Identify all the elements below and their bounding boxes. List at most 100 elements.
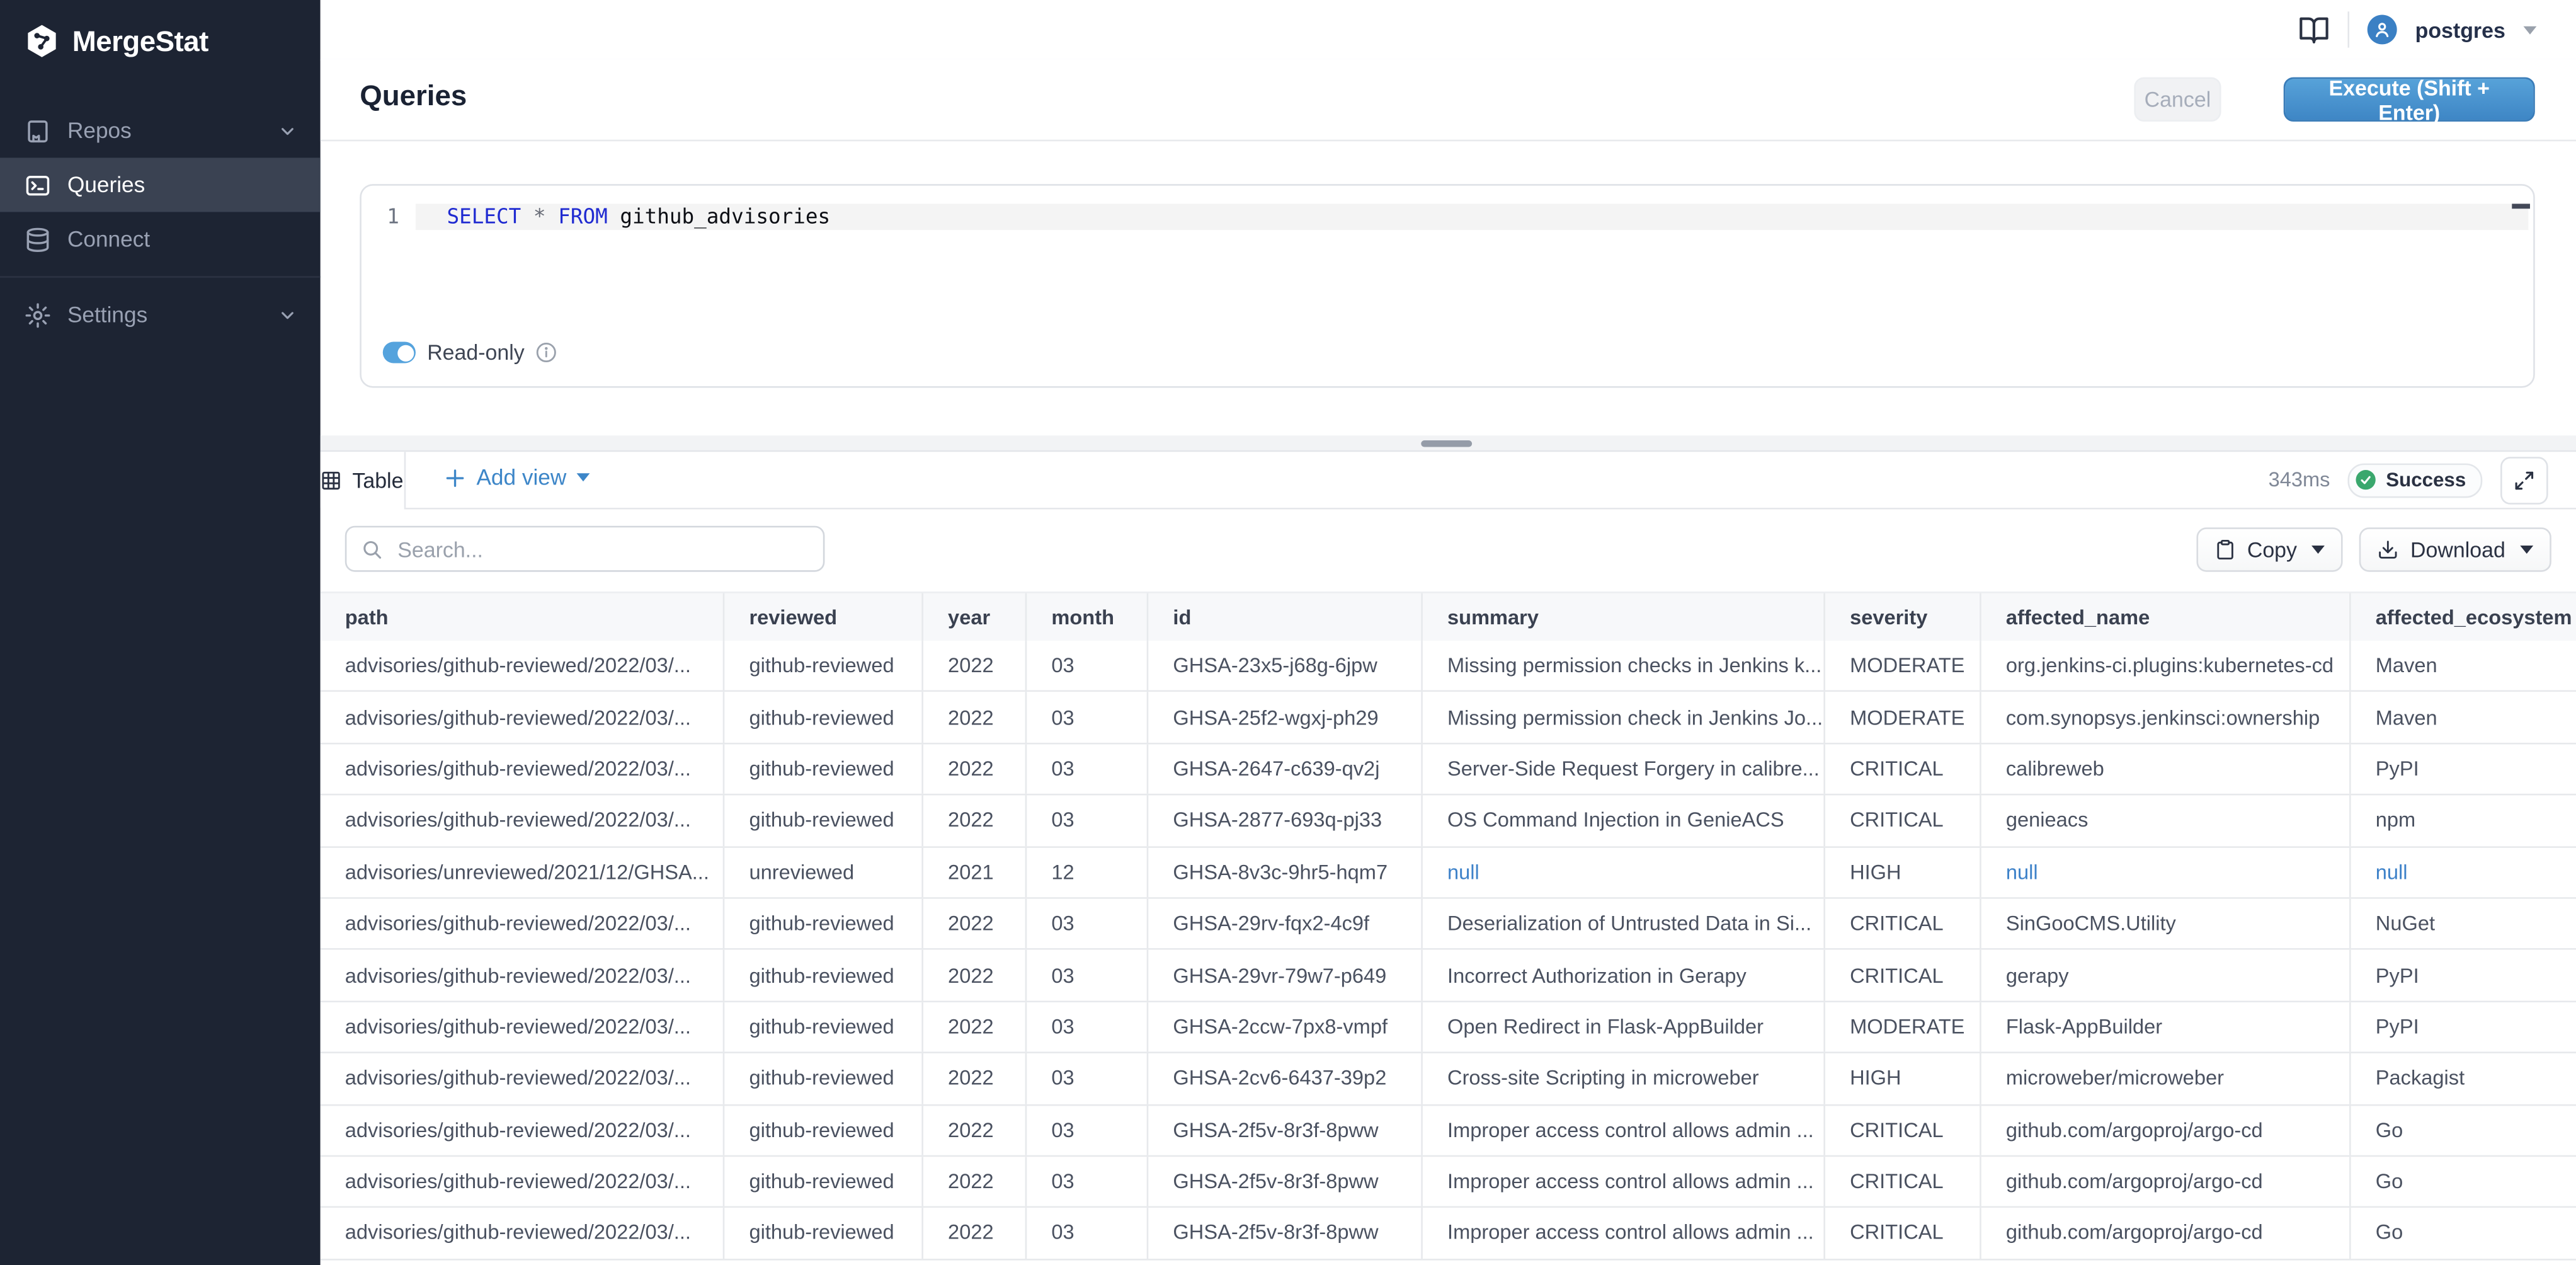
sql-table-name: github_advisories: [620, 203, 830, 228]
plus-icon: [443, 466, 467, 489]
table-row[interactable]: advisories/github-reviewed/2022/03/...gi…: [321, 744, 2576, 796]
table-cell: GHSA-23x5-j68g-6jpw: [1147, 641, 1422, 690]
sql-code[interactable]: SELECT * FROM github_advisories: [447, 203, 830, 230]
sidebar-item-connect[interactable]: Connect: [0, 212, 321, 266]
sidebar-item-repos[interactable]: Repos: [0, 103, 321, 157]
table-cell: 03: [1025, 641, 1147, 690]
table-cell: Improper access control allows admin ...: [1421, 1208, 1823, 1258]
table-cell: advisories/github-reviewed/2022/03/...: [321, 744, 723, 794]
line-number: 1: [363, 203, 415, 230]
sidebar-item-label: Settings: [67, 302, 261, 327]
table-cell: 2022: [921, 951, 1025, 1000]
expand-results-button[interactable]: [2500, 456, 2548, 504]
results-table: pathreviewedyearmonthidsummaryseverityaf…: [321, 592, 2576, 1265]
page-title: Queries: [360, 79, 467, 113]
column-header-affected_ecosystem[interactable]: affected_ecosystem: [2349, 593, 2576, 641]
add-view-button[interactable]: Add view: [443, 465, 590, 489]
cancel-button[interactable]: Cancel: [2134, 77, 2221, 122]
search-input[interactable]: [394, 535, 808, 563]
database-icon: [25, 226, 51, 253]
table-cell: null: [2349, 847, 2576, 897]
table-row[interactable]: advisories/github-reviewed/2022/03/...gi…: [321, 951, 2576, 1002]
table-cell: MODERATE: [1823, 641, 1980, 690]
table-row[interactable]: advisories/github-reviewed/2022/03/...gi…: [321, 1157, 2576, 1208]
table-cell: advisories/unreviewed/2021/12/GHSA...: [321, 847, 723, 897]
table-cell: 03: [1025, 1053, 1147, 1103]
table-row[interactable]: advisories/github-reviewed/2022/03/...gi…: [321, 1002, 2576, 1053]
table-cell: Improper access control allows admin ...: [1421, 1105, 1823, 1155]
column-header-affected_name[interactable]: affected_name: [1980, 593, 2349, 641]
info-icon[interactable]: [536, 342, 557, 363]
table-cell: GHSA-29vr-79w7-p649: [1147, 951, 1422, 1000]
table-row[interactable]: advisories/github-reviewed/2022/03/...gi…: [321, 641, 2576, 692]
table-row[interactable]: advisories/github-reviewed/2022/03/...gi…: [321, 1208, 2576, 1260]
copy-caret-icon: [2311, 546, 2325, 554]
user-menu-caret-icon[interactable]: [2524, 25, 2537, 33]
tab-table[interactable]: Table: [321, 452, 406, 508]
table-cell: Flask-AppBuilder: [1980, 1002, 2349, 1051]
column-header-year[interactable]: year: [921, 593, 1025, 641]
table-cell: github-reviewed: [723, 744, 922, 794]
docs-book-icon[interactable]: [2298, 14, 2330, 45]
sidebar-item-label: Connect: [67, 227, 297, 251]
download-button[interactable]: Download: [2359, 527, 2551, 571]
table-cell: github-reviewed: [723, 796, 922, 845]
column-header-summary[interactable]: summary: [1421, 593, 1823, 641]
column-header-path[interactable]: path: [321, 593, 723, 641]
table-cell: 2022: [921, 744, 1025, 794]
table-cell: microweber/microweber: [1980, 1053, 2349, 1103]
mergestat-logo-icon: [25, 23, 59, 59]
table-cell: GHSA-2cv6-6437-39p2: [1147, 1053, 1422, 1103]
table-cell: advisories/github-reviewed/2022/03/...: [321, 1157, 723, 1206]
table-row[interactable]: advisories/github-reviewed/2022/03/...gi…: [321, 692, 2576, 744]
user-menu-label[interactable]: postgres: [2415, 17, 2505, 42]
column-header-reviewed[interactable]: reviewed: [723, 593, 922, 641]
table-row[interactable]: advisories/github-reviewed/2022/03/...gi…: [321, 899, 2576, 951]
table-cell: Go: [2349, 1157, 2576, 1206]
column-header-month[interactable]: month: [1025, 593, 1147, 641]
table-cell: MODERATE: [1823, 1002, 1980, 1051]
sidebar-item-settings[interactable]: Settings: [0, 287, 321, 341]
chevron-down-icon: [278, 121, 297, 140]
user-avatar[interactable]: [2368, 14, 2397, 44]
column-header-severity[interactable]: severity: [1823, 593, 1980, 641]
table-cell: CRITICAL: [1823, 1157, 1980, 1206]
table-cell: CRITICAL: [1823, 1208, 1980, 1258]
table-cell: advisories/github-reviewed/2022/03/...: [321, 899, 723, 949]
table-row[interactable]: advisories/github-reviewed/2022/03/...gi…: [321, 1053, 2576, 1105]
editor-line-1[interactable]: 1 SELECT * FROM github_advisories: [363, 203, 2531, 230]
table-cell: advisories/github-reviewed/2022/03/...: [321, 796, 723, 845]
copy-button[interactable]: Copy: [2196, 527, 2343, 571]
table-cell: MODERATE: [1823, 692, 1980, 742]
readonly-label: Read-only: [427, 340, 525, 365]
table-row[interactable]: advisories/github-reviewed/2022/03/...gi…: [321, 1105, 2576, 1157]
table-cell: PyPI: [2349, 951, 2576, 1000]
readonly-toggle[interactable]: [383, 342, 416, 363]
sql-star: *: [533, 203, 546, 228]
editor-scrollbar-thumb[interactable]: [2512, 203, 2530, 209]
table-cell: github-reviewed: [723, 1002, 922, 1051]
download-label: Download: [2410, 537, 2505, 562]
table-cell: GHSA-2f5v-8r3f-8pww: [1147, 1208, 1422, 1258]
table-cell: 2022: [921, 1157, 1025, 1206]
table-cell: CRITICAL: [1823, 796, 1980, 845]
table-cell: github-reviewed: [723, 1157, 922, 1206]
table-row[interactable]: advisories/unreviewed/2021/12/GHSA...unr…: [321, 847, 2576, 899]
chevron-down-icon: [278, 305, 297, 324]
table-cell: advisories/github-reviewed/2022/03/...: [321, 692, 723, 742]
table-cell: com.synopsys.jenkinsci:ownership: [1980, 692, 2349, 742]
table-cell: HIGH: [1823, 847, 1980, 897]
tab-table-label: Table: [352, 467, 403, 492]
table-row[interactable]: advisories/github-reviewed/2022/03/...gi…: [321, 796, 2576, 847]
status-label: Success: [2386, 468, 2466, 491]
sidebar-item-queries[interactable]: Queries: [0, 157, 321, 212]
gear-icon: [25, 302, 51, 328]
column-header-id[interactable]: id: [1147, 593, 1422, 641]
table-cell: 2022: [921, 899, 1025, 949]
sql-editor[interactable]: 1 SELECT * FROM github_advisories Read-o…: [360, 184, 2535, 387]
panel-resize-handle[interactable]: [1421, 440, 1472, 446]
execute-button[interactable]: Execute (Shift + Enter): [2284, 77, 2535, 122]
app-window: MergeStat Repos Qu: [0, 0, 2576, 1265]
table-cell: 03: [1025, 899, 1147, 949]
search-box[interactable]: [345, 526, 825, 572]
